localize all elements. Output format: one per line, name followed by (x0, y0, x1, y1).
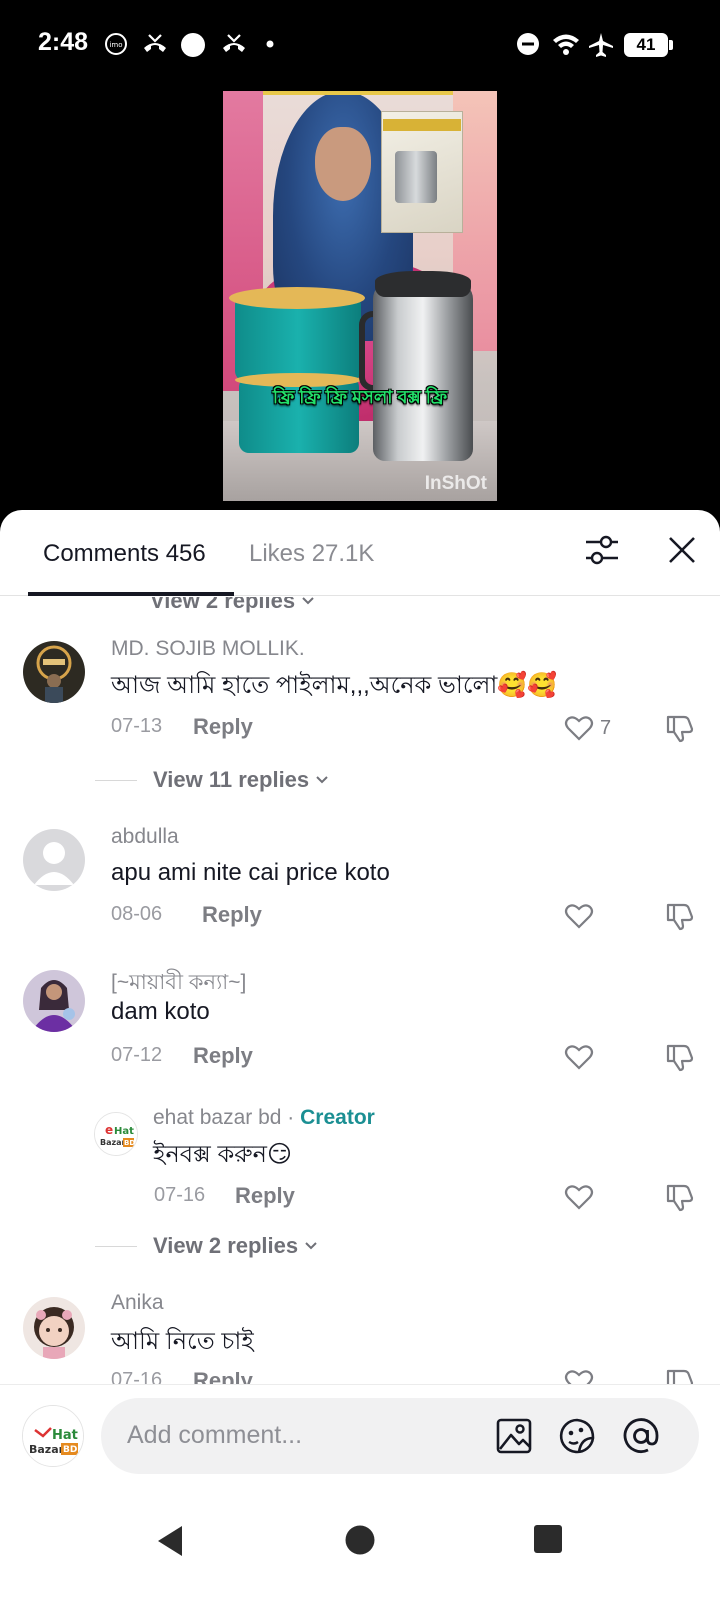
close-icon[interactable] (664, 530, 700, 570)
reply-button[interactable]: Reply (193, 1043, 253, 1069)
svg-text:e: e (105, 1123, 113, 1137)
mention-icon[interactable] (621, 1416, 661, 1456)
svg-text:Hat: Hat (114, 1126, 134, 1137)
video-scene (263, 91, 453, 95)
like-count: 7 (600, 717, 612, 739)
view-replies-label: View 2 replies (150, 597, 296, 613)
comments-list[interactable]: View 2 replies MD. SOJIB MOLLIK. আজ আমি … (0, 597, 720, 1400)
reply-button[interactable]: Reply (193, 714, 253, 740)
avatar[interactable] (23, 641, 85, 703)
thumbs-down-icon[interactable] (664, 1181, 696, 1213)
recents-icon[interactable] (533, 1524, 563, 1554)
battery-cap (669, 40, 673, 50)
creator-name: ehat bazar bd (153, 1106, 282, 1129)
image-icon[interactable] (494, 1416, 534, 1456)
video-scene (373, 281, 473, 461)
logo-line2: Bazar (29, 1443, 65, 1456)
video-caption: ফ্রি ফ্রি ফ্রি মসলা বক্স ফ্রি (272, 387, 448, 407)
dot-icon (266, 40, 274, 48)
wifi-icon (553, 34, 579, 55)
thumbs-down-icon[interactable] (664, 1041, 696, 1073)
video-frame[interactable]: ফ্রি ফ্রি ফ্রি মসলা বক্স ফ্রি InShOt (223, 91, 497, 501)
system-nav-bar (0, 1494, 720, 1600)
missed-call-icon (223, 34, 245, 52)
chevron-down-icon (305, 1242, 317, 1250)
comment-username[interactable]: ehat bazar bd · Creator (153, 1106, 375, 1130)
view-replies-label: View 2 replies (153, 1233, 299, 1258)
video-scene (383, 119, 461, 131)
comment-input-bar: Hat Bazar BD Add comment... (0, 1384, 720, 1494)
missed-call-icon (144, 34, 166, 52)
back-icon[interactable] (156, 1524, 186, 1558)
separator-dot: · (287, 1106, 295, 1129)
svg-text:imo: imo (109, 41, 122, 49)
heart-icon[interactable] (564, 1182, 594, 1212)
avatar[interactable]: e Hat Bazar BD (94, 1112, 138, 1156)
view-replies-button[interactable]: View 11 replies (95, 760, 329, 800)
tab-underline (28, 592, 234, 596)
dnd-icon (517, 33, 539, 55)
comment-username[interactable]: Anika (111, 1291, 164, 1315)
heart-icon[interactable] (564, 901, 594, 931)
comment-text: apu ami nite cai price koto (111, 859, 390, 886)
filter-icon[interactable] (582, 530, 622, 570)
home-icon[interactable] (344, 1524, 376, 1556)
thumbs-down-icon[interactable] (664, 900, 696, 932)
battery-icon: 41 (624, 33, 668, 57)
my-avatar[interactable]: Hat Bazar BD (22, 1405, 84, 1467)
logo-line1: Hat (52, 1428, 78, 1443)
view-replies-label: View 11 replies (153, 767, 310, 792)
sheet-header: Comments 456 Likes 27.1K (0, 510, 720, 596)
video-watermark: InShOt (424, 473, 487, 494)
video-scene (315, 127, 371, 201)
creator-badge: Creator (300, 1106, 375, 1129)
heart-icon[interactable] (564, 1042, 594, 1072)
video-player[interactable]: ফ্রি ফ্রি ফ্রি মসলা বক্স ফ্রি InShOt (0, 88, 720, 510)
reply-button[interactable]: Reply (235, 1183, 295, 1209)
tab-likes[interactable]: Likes 27.1K (249, 540, 374, 568)
avatar[interactable] (23, 970, 85, 1032)
circle-icon (181, 33, 205, 57)
comment-date: 07-13 (111, 715, 163, 737)
divider (95, 779, 137, 781)
reply-button[interactable]: Reply (202, 902, 262, 928)
comment-username[interactable]: MD. SOJIB MOLLIK. (111, 637, 305, 661)
video-scene (229, 287, 365, 309)
avatar[interactable] (23, 829, 85, 891)
view-replies-button[interactable]: View 2 replies (150, 597, 315, 621)
comment-date: 08-06 (111, 903, 163, 925)
comment-date: 07-12 (111, 1044, 163, 1066)
avatar[interactable] (23, 1297, 85, 1359)
tab-comments[interactable]: Comments 456 (43, 540, 206, 568)
view-replies-button[interactable]: View 2 replies (95, 1226, 318, 1266)
divider (95, 1245, 137, 1247)
comment-input[interactable]: Add comment... (101, 1398, 699, 1474)
video-scene (395, 151, 437, 203)
comment-username[interactable]: [~মায়াবী কন্যা~] (111, 966, 246, 1001)
battery-level: 41 (636, 35, 656, 54)
imo-icon: imo (105, 33, 127, 55)
comment-username[interactable]: abdulla (111, 825, 179, 849)
logo-badge: BD (63, 1445, 77, 1455)
comment-text: dam koto (111, 998, 210, 1025)
comment-input-placeholder: Add comment... (127, 1421, 303, 1449)
airplane-icon (589, 33, 613, 57)
svg-text:BD: BD (124, 1139, 135, 1147)
status-time: 2:48 (38, 28, 89, 56)
comment-text: আমি নিতে চাই (111, 1328, 254, 1355)
comment-text: আজ আমি হাতে পাইলাম,,,অনেক ভালো🥰🥰 (111, 672, 558, 699)
svg-text:Bazar: Bazar (100, 1138, 126, 1147)
comment-text: ইনবক্স করুন😏 (153, 1141, 293, 1168)
thumbs-down-icon[interactable] (664, 712, 696, 744)
status-bar: 2:48 imo 41 (0, 0, 720, 88)
chevron-down-icon (302, 597, 314, 605)
chevron-down-icon (316, 776, 328, 784)
comment-date: 07-16 (154, 1184, 206, 1206)
video-scene (375, 271, 471, 297)
sticker-icon[interactable] (557, 1416, 597, 1456)
heart-icon[interactable] (564, 713, 594, 743)
